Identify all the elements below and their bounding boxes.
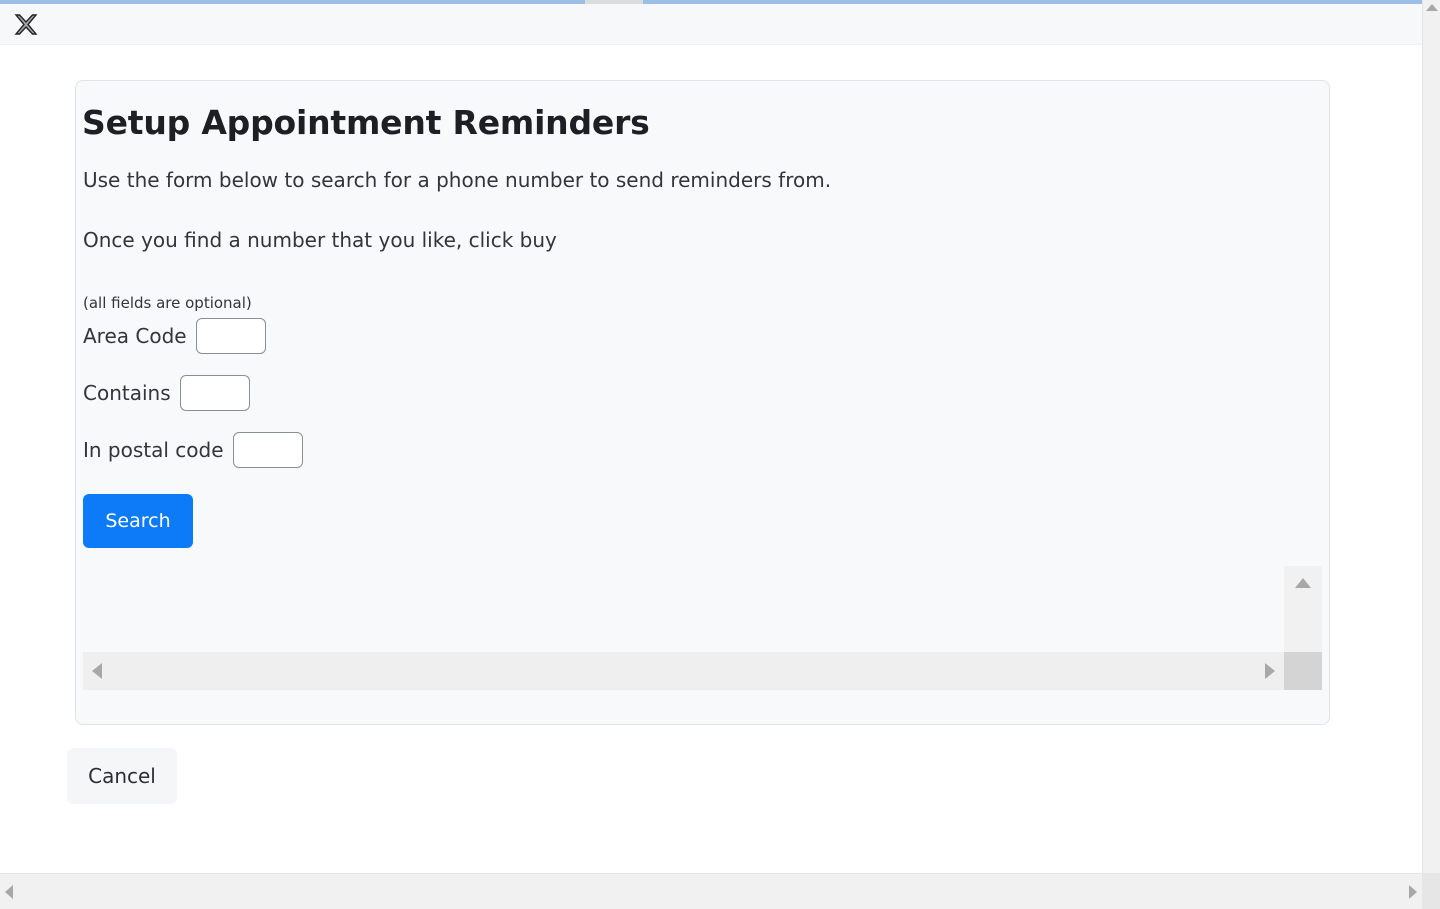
main-content: Setup Appointment Reminders Use the form…: [0, 45, 1422, 873]
triangle-left-icon[interactable]: [5, 885, 13, 899]
broken-image-x-icon[interactable]: [10, 10, 42, 42]
triangle-right-icon[interactable]: [1265, 663, 1275, 679]
triangle-up-icon[interactable]: [1295, 578, 1311, 588]
label-contains: Contains: [83, 381, 171, 405]
setup-appointment-reminders-panel: Setup Appointment Reminders Use the form…: [75, 80, 1330, 725]
inner-scrollbar-corner: [1284, 652, 1322, 690]
field-row-contains: Contains: [83, 375, 250, 411]
field-row-area-code: Area Code: [83, 318, 266, 354]
page-title: Setup Appointment Reminders: [82, 103, 650, 142]
browser-vertical-scrollbar[interactable]: [1422, 0, 1440, 909]
intro-paragraph-1: Use the form below to search for a phone…: [83, 168, 832, 192]
label-in-postal-code: In postal code: [83, 438, 224, 462]
intro-paragraph-2: Once you find a number that you like, cl…: [83, 228, 557, 252]
postal-code-input[interactable]: [232, 432, 303, 468]
area-code-input[interactable]: [195, 318, 266, 354]
browser-scrollbar-corner: [1422, 873, 1440, 909]
cancel-button[interactable]: Cancel: [67, 748, 177, 804]
optional-fields-note: (all fields are optional): [83, 294, 252, 312]
search-button[interactable]: Search: [83, 494, 193, 548]
contains-input[interactable]: [179, 375, 250, 411]
browser-horizontal-scrollbar[interactable]: [0, 873, 1422, 909]
triangle-left-icon[interactable]: [92, 663, 102, 679]
inner-horizontal-scrollbar[interactable]: [83, 652, 1284, 690]
triangle-up-icon[interactable]: [1426, 4, 1438, 11]
app-root: Setup Appointment Reminders Use the form…: [0, 0, 1440, 909]
field-row-postal-code: In postal code: [83, 432, 303, 468]
app-topbar: [0, 4, 1422, 45]
triangle-right-icon[interactable]: [1409, 885, 1417, 899]
label-area-code: Area Code: [83, 324, 187, 348]
panel-inner: Setup Appointment Reminders Use the form…: [76, 81, 1329, 724]
